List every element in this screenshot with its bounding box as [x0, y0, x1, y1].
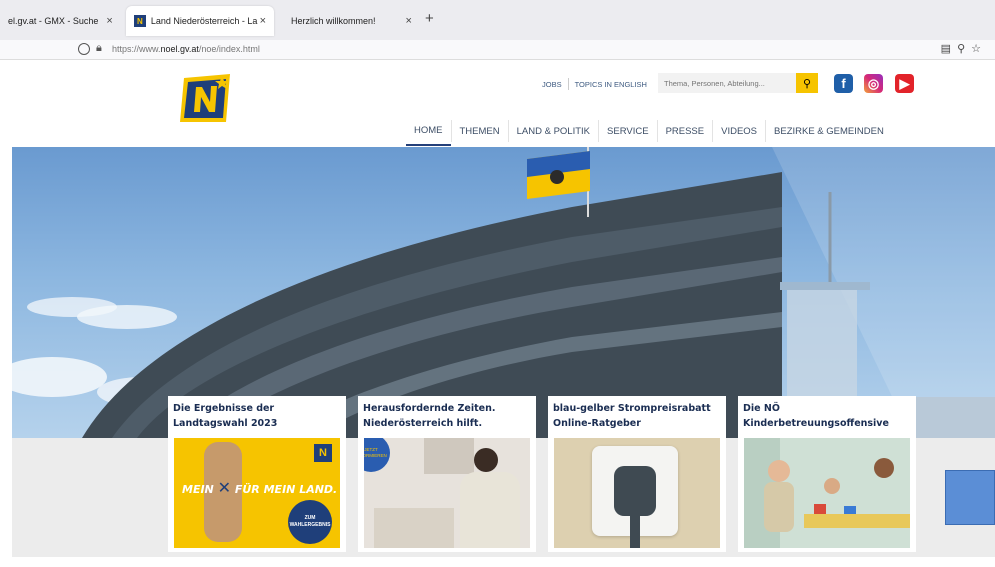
teacher-head [874, 458, 894, 478]
tab-label: el.gv.at - GMX - Suche [8, 16, 99, 26]
search-button[interactable]: ⚲ [796, 73, 818, 93]
hero-image [12, 147, 995, 438]
toolbar-icons: ▤⚲☆ [941, 42, 987, 55]
nav-bezirke-gemeinden[interactable]: BEZIRKE & GEMEINDEN [766, 116, 892, 146]
tab-label: Land Niederösterreich - Land N [150, 16, 258, 26]
noe-logo-icon: N [314, 444, 332, 462]
bookmark-star-icon[interactable]: ☆ [971, 43, 987, 55]
site-header: JOBS TOPICS IN ENGLISH ⚲ f ◎ ▶ HOME THEM… [0, 60, 995, 147]
card-image[interactable] [554, 438, 720, 548]
campaign-slogan: MEIN ✕ FÜR MEIN LAND. [182, 478, 338, 497]
child-head [824, 478, 840, 494]
play-table [804, 514, 910, 528]
card-title[interactable]: Die Ergebnisse der Landtagswahl 2023 [173, 401, 343, 431]
teaser-card-niederoesterreich-hilft[interactable]: Herausfordernde Zeiten. Niederösterreich… [358, 396, 536, 552]
nav-land-politik[interactable]: LAND & POLITIK [509, 116, 598, 146]
url-text[interactable]: https://www.noel.gv.at/noe/index.html [112, 44, 260, 54]
nav-presse[interactable]: PRESSE [658, 116, 713, 146]
nav-themen[interactable]: THEMEN [452, 116, 508, 146]
noe-logo[interactable] [178, 72, 234, 124]
tab-land-noe[interactable]: N Land Niederösterreich - Land N × [126, 6, 274, 36]
tab-label: Herzlich willkommen! [291, 16, 376, 26]
kitchen-shelf [424, 438, 474, 474]
woman-head [474, 448, 498, 472]
table-papers [374, 508, 454, 548]
card-image[interactable]: N MEIN ✕ FÜR MEIN LAND. ZUM WAHLERGEBNIS [174, 438, 340, 548]
teaser-card-landtagswahl[interactable]: Die Ergebnisse der Landtagswahl 2023 N M… [168, 396, 346, 552]
plug [614, 466, 656, 516]
tab-gmx-search[interactable]: el.gv.at - GMX - Suche × [0, 6, 122, 36]
search-icon: ⚲ [802, 77, 812, 90]
jobs-link[interactable]: JOBS [536, 80, 568, 89]
youtube-icon[interactable]: ▶ [895, 74, 914, 93]
power-cable [630, 516, 640, 548]
close-icon[interactable]: × [106, 15, 112, 27]
wahlergebnis-badge[interactable]: ZUM WAHLERGEBNIS [288, 500, 332, 544]
noe-logo-icon: N [134, 15, 146, 27]
browser-tab-strip: el.gv.at - GMX - Suche × N Land Niederös… [0, 0, 995, 40]
facebook-icon[interactable]: f [834, 74, 853, 93]
tracking-shield-icon[interactable] [78, 43, 90, 55]
child-body [764, 482, 794, 532]
card-title[interactable]: blau-gelber Strompreisrabatt Online-Ratg… [553, 401, 723, 431]
lock-icon[interactable]: 🔒︎ [96, 42, 102, 55]
instagram-icon[interactable]: ◎ [864, 74, 883, 93]
close-icon[interactable]: × [260, 15, 266, 27]
topics-in-english-link[interactable]: TOPICS IN ENGLISH [569, 80, 653, 89]
teaser-card-kinderbetreuung[interactable]: Die NÖ Kinderbetreuungsoffensive [738, 396, 916, 552]
address-bar[interactable]: 🔒︎ https://www.noel.gv.at/noe/index.html… [0, 40, 995, 60]
reader-view-icon[interactable]: ▤ [941, 43, 957, 55]
teaser-card-strompreisrabatt[interactable]: blau-gelber Strompreisrabatt Online-Ratg… [548, 396, 726, 552]
card-image[interactable]: JETZT INFORMIEREN [364, 438, 530, 548]
close-icon[interactable]: × [406, 15, 412, 27]
card-image[interactable] [744, 438, 910, 548]
tab-herzlich[interactable]: Herzlich willkommen! × [278, 6, 418, 36]
new-tab-icon[interactable]: + [425, 10, 434, 27]
child-head [768, 460, 790, 482]
main-navigation: HOME THEMEN LAND & POLITIK SERVICE PRESS… [406, 116, 892, 146]
card-title[interactable]: Die NÖ Kinderbetreuungsoffensive [743, 401, 913, 431]
overlay-blue-box [945, 470, 995, 525]
toy [844, 506, 856, 514]
search-input[interactable] [658, 73, 796, 93]
info-badge: JETZT INFORMIEREN [364, 438, 390, 472]
search-icon[interactable]: ⚲ [957, 43, 971, 55]
card-title[interactable]: Herausfordernde Zeiten. Niederösterreich… [363, 401, 533, 431]
utility-links: JOBS TOPICS IN ENGLISH [536, 78, 653, 90]
nav-home[interactable]: HOME [406, 116, 451, 146]
woman-sweater [460, 472, 520, 548]
nav-videos[interactable]: VIDEOS [713, 116, 765, 146]
landhaus-building-illustration [12, 147, 995, 438]
toy [814, 504, 826, 514]
nav-service[interactable]: SERVICE [599, 116, 657, 146]
